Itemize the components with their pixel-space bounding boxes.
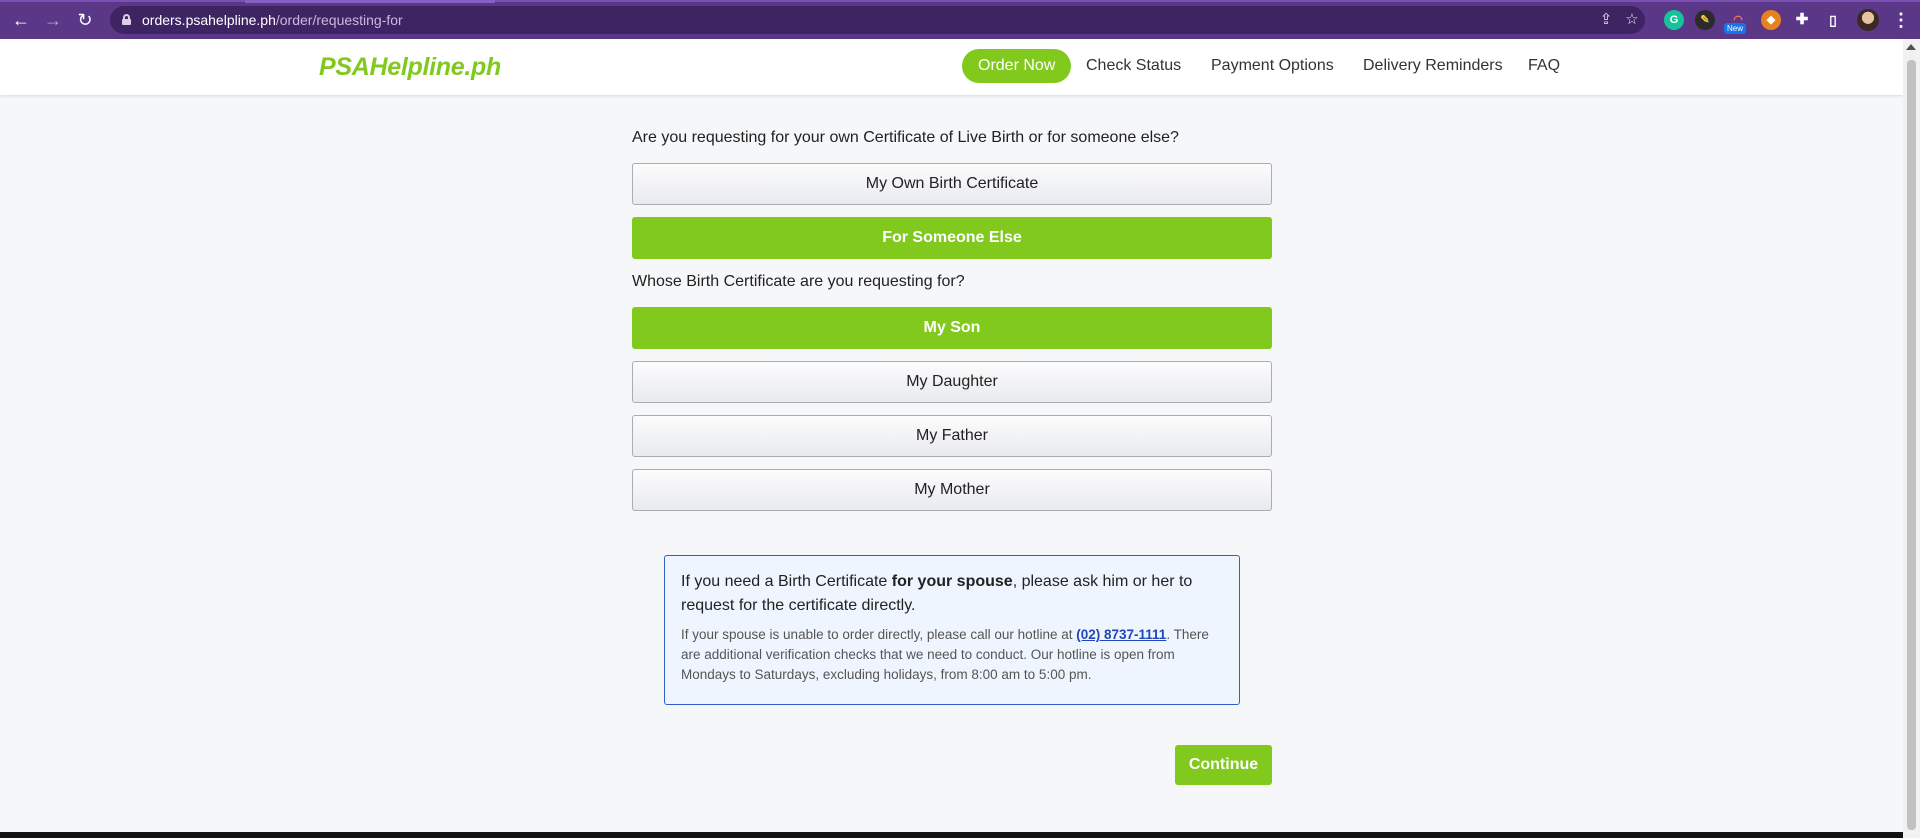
extension-icon[interactable]: ✎ <box>1695 10 1715 30</box>
browser-toolbar: ← → ↻ orders.psahelpline.ph/order/reques… <box>0 0 1920 39</box>
hotline-link[interactable]: (02) 8737-1111 <box>1076 627 1166 642</box>
url-host: orders.psahelpline.ph <box>142 12 276 28</box>
option-my-son[interactable]: My Son <box>632 307 1272 349</box>
continue-button[interactable]: Continue <box>1175 745 1272 785</box>
option-my-mother[interactable]: My Mother <box>632 469 1272 511</box>
new-badge: New <box>1724 23 1747 34</box>
scroll-up-arrow-icon[interactable] <box>1906 44 1916 50</box>
scrollbar-thumb[interactable] <box>1907 60 1916 830</box>
lock-icon[interactable] <box>122 14 131 25</box>
address-bar[interactable]: orders.psahelpline.ph/order/requesting-f… <box>110 6 1645 34</box>
question-own-or-someone-else: Are you requesting for your own Certific… <box>632 129 1179 146</box>
grammarly-icon[interactable]: G <box>1664 10 1684 30</box>
site-logo[interactable]: PSAHelpline.ph <box>319 53 501 82</box>
bookmark-star-icon[interactable]: ☆ <box>1622 10 1642 30</box>
option-my-father[interactable]: My Father <box>632 415 1272 457</box>
active-tab-edge[interactable] <box>245 0 495 3</box>
kebab-menu-icon[interactable]: ⋮ <box>1892 9 1910 31</box>
profile-avatar[interactable] <box>1857 9 1879 31</box>
nav-delivery-reminders[interactable]: Delivery Reminders <box>1363 49 1503 83</box>
fox-extension-icon[interactable]: ◆ <box>1761 10 1781 30</box>
notice-main-prefix: If you need a Birth Certificate <box>681 573 892 590</box>
url-path: /order/requesting-for <box>275 12 403 28</box>
side-panel-icon[interactable]: ▯ <box>1823 10 1843 30</box>
notice-sub-text: If your spouse is unable to order direct… <box>681 625 1223 685</box>
bottom-edge <box>0 832 1903 838</box>
option-for-someone-else[interactable]: For Someone Else <box>632 217 1272 259</box>
url-text[interactable]: orders.psahelpline.ph/order/requesting-f… <box>142 12 403 28</box>
notice-main-text: If you need a Birth Certificate for your… <box>681 570 1223 618</box>
question-whose-certificate: Whose Birth Certificate are you requesti… <box>632 273 965 290</box>
nav-check-status[interactable]: Check Status <box>1086 49 1181 83</box>
nav-order-now[interactable]: Order Now <box>962 49 1072 83</box>
puzzle-icon[interactable]: ✚ <box>1792 10 1812 30</box>
spouse-notice: If you need a Birth Certificate for your… <box>664 555 1240 705</box>
nav-faq[interactable]: FAQ <box>1528 49 1560 83</box>
site-header: PSAHelpline.ph Order Now Check Status Pa… <box>0 39 1903 95</box>
reload-icon[interactable]: ↻ <box>75 10 95 30</box>
option-my-daughter[interactable]: My Daughter <box>632 361 1272 403</box>
notice-main-bold: for your spouse <box>891 573 1013 590</box>
back-arrow-icon[interactable]: ← <box>11 10 31 30</box>
notice-sub-prefix: If your spouse is unable to order direct… <box>681 627 1077 642</box>
forward-arrow-icon[interactable]: → <box>43 10 63 30</box>
nav-payment-options[interactable]: Payment Options <box>1211 49 1334 83</box>
share-icon[interactable]: ⇪ <box>1596 10 1616 30</box>
option-my-own-birth-certificate[interactable]: My Own Birth Certificate <box>632 163 1272 205</box>
